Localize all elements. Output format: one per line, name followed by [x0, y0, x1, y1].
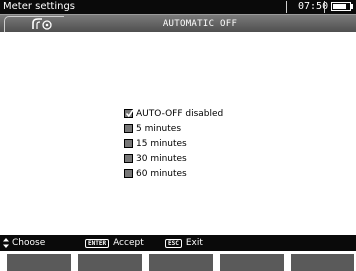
accept-label: Accept: [113, 238, 144, 248]
checkbox-icon[interactable]: [124, 139, 133, 148]
auto-off-options: AUTO-OFF disabled 5 minutes 15 minutes 3…: [124, 106, 223, 181]
choose-label: Choose: [12, 238, 46, 248]
enter-key-icon: ENTER: [85, 238, 110, 248]
meter-settings-icon: [32, 18, 52, 30]
hint-choose: Choose: [3, 235, 45, 251]
up-down-arrow-icon: [3, 238, 9, 248]
option-15-minutes[interactable]: 15 minutes: [124, 136, 223, 151]
window-title: Meter settings: [3, 1, 76, 12]
screen-header: AUTOMATIC OFF: [0, 14, 356, 32]
option-30-minutes[interactable]: 30 minutes: [124, 151, 223, 166]
battery-icon: [331, 2, 351, 11]
softkey-3[interactable]: [149, 254, 213, 271]
hint-exit: ESC Exit: [165, 235, 203, 251]
status-bar: Meter settings 07:50: [0, 0, 356, 14]
softkey-4[interactable]: [220, 254, 284, 271]
softkey-5[interactable]: [291, 254, 354, 271]
key-hint-bar: Choose ENTER Accept ESC Exit: [0, 235, 356, 251]
battery-tip: [351, 4, 353, 9]
checkbox-checked-icon[interactable]: [124, 109, 134, 118]
softkey-row: [0, 251, 356, 271]
exit-label: Exit: [185, 238, 203, 248]
option-label: AUTO-OFF disabled: [136, 108, 224, 119]
softkey-2[interactable]: [78, 254, 142, 271]
status-divider: [286, 1, 287, 13]
option-label: 5 minutes: [136, 123, 182, 134]
option-label: 60 minutes: [136, 168, 187, 179]
option-5-minutes[interactable]: 5 minutes: [124, 121, 223, 136]
checkbox-icon[interactable]: [124, 154, 133, 163]
esc-key-icon: ESC: [165, 238, 182, 248]
page-title: AUTOMATIC OFF: [162, 19, 238, 29]
option-auto-off-disabled[interactable]: AUTO-OFF disabled: [124, 106, 223, 121]
status-divider: [324, 1, 325, 13]
checkbox-icon[interactable]: [124, 124, 133, 133]
checkbox-icon[interactable]: [124, 169, 133, 178]
softkey-1[interactable]: [7, 254, 71, 271]
option-60-minutes[interactable]: 60 minutes: [124, 166, 223, 181]
option-label: 30 minutes: [136, 153, 187, 164]
option-label: 15 minutes: [136, 138, 187, 149]
hint-accept: ENTER Accept: [85, 235, 144, 251]
